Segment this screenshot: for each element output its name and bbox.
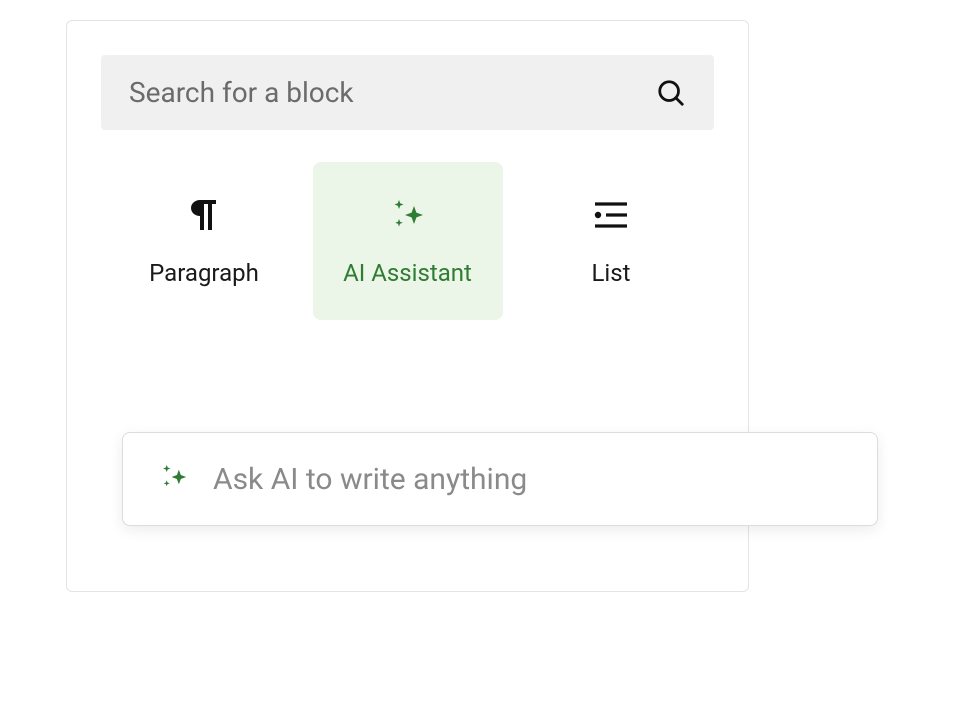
block-paragraph[interactable]: Paragraph — [109, 162, 299, 320]
ai-prompt-input[interactable]: Ask AI to write anything — [122, 432, 878, 526]
search-bar[interactable]: Search for a block — [101, 55, 714, 130]
block-list[interactable]: List — [516, 162, 706, 320]
block-label: List — [592, 259, 631, 287]
sparkles-icon — [157, 460, 191, 498]
block-label: AI Assistant — [343, 259, 472, 287]
blocks-row: Paragraph AI Assistant Li — [101, 162, 714, 320]
block-label: Paragraph — [149, 259, 259, 287]
search-icon[interactable] — [656, 78, 686, 108]
sparkles-icon — [387, 195, 429, 235]
block-ai-assistant[interactable]: AI Assistant — [313, 162, 503, 320]
paragraph-icon — [188, 195, 220, 235]
ai-input-placeholder: Ask AI to write anything — [213, 462, 527, 497]
list-icon — [591, 195, 631, 235]
search-placeholder: Search for a block — [129, 76, 354, 109]
